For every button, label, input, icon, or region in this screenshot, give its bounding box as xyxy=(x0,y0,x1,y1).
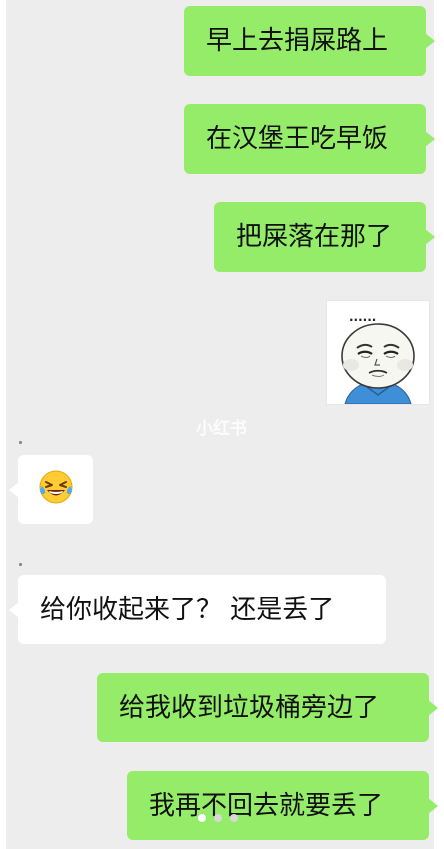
my-message-bubble[interactable]: 在汉堡王吃早饭 xyxy=(184,104,435,174)
right-margin xyxy=(434,0,444,849)
my-message-bubble[interactable]: 把屎落在那了 xyxy=(214,202,435,272)
avatar-placeholder xyxy=(19,441,22,444)
message-text: 把屎落在那了 xyxy=(236,222,393,252)
meme-face-icon xyxy=(341,323,415,405)
other-message-bubble[interactable]: 给你收起来了？ 还是丢了 xyxy=(9,575,386,644)
page-dot[interactable] xyxy=(214,814,222,822)
bubble-tail xyxy=(428,797,438,814)
sticker-ellipsis: ...... xyxy=(349,310,377,324)
watermark: 小红书 xyxy=(196,419,247,439)
message-text: 给你收起来了？ 还是丢了 xyxy=(40,594,335,625)
bubble-tail xyxy=(428,699,438,716)
laughing-tears-emoji-icon xyxy=(38,469,74,510)
message-text: 给我收到垃圾桶旁边了 xyxy=(119,692,380,723)
page-dot[interactable] xyxy=(230,814,238,822)
page-dot-active[interactable] xyxy=(198,814,206,822)
message-text: 早上去捐屎路上 xyxy=(206,26,389,56)
my-message-bubble[interactable]: 我再不回去就要丢了 xyxy=(127,771,438,840)
my-message-bubble[interactable]: 早上去捐屎路上 xyxy=(184,6,435,76)
bubble-tail xyxy=(9,481,19,498)
message-text: 在汉堡王吃早饭 xyxy=(206,124,389,154)
sad-meme-face-sticker[interactable]: ...... xyxy=(326,300,430,405)
message-text: 我再不回去就要丢了 xyxy=(149,790,384,821)
avatar-placeholder xyxy=(19,563,22,566)
bubble-tail xyxy=(425,229,435,245)
chat-screen: 早上去捐屎路上 在汉堡王吃早饭 把屎落在那了 ...... 小红书 给你收起来了… xyxy=(0,0,444,849)
left-margin xyxy=(0,0,6,849)
bubble-tail xyxy=(425,131,435,147)
other-message-bubble[interactable] xyxy=(9,455,93,524)
image-pagination[interactable] xyxy=(198,814,238,822)
my-message-bubble[interactable]: 给我收到垃圾桶旁边了 xyxy=(97,673,438,742)
bubble-tail xyxy=(425,33,435,49)
bubble-tail xyxy=(9,601,19,618)
